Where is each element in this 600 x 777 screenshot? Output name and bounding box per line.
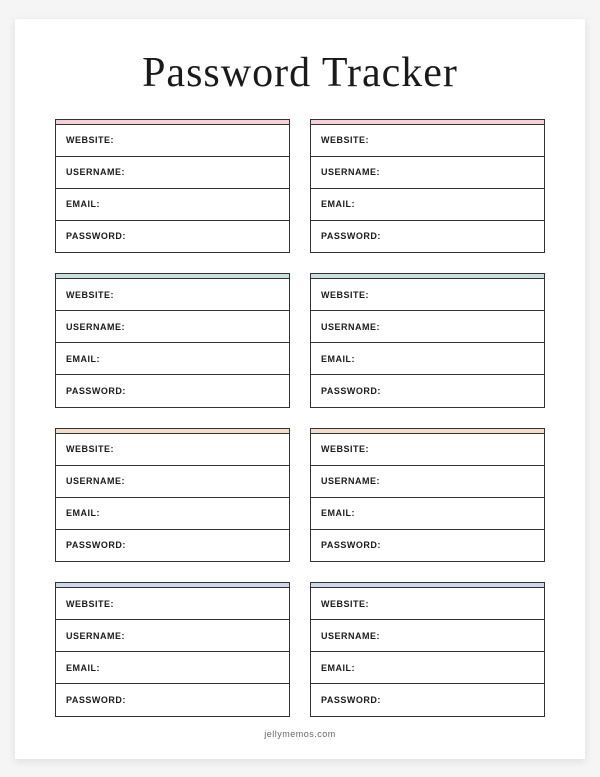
username-label: USERNAME:: [66, 631, 125, 641]
website-label: WEBSITE:: [66, 135, 114, 145]
password-label: PASSWORD:: [66, 695, 126, 705]
field-row: USERNAME:: [311, 619, 544, 651]
field-row: USERNAME:: [56, 310, 289, 342]
email-label: EMAIL:: [321, 663, 355, 673]
field-row: EMAIL:: [56, 497, 289, 529]
website-label: WEBSITE:: [66, 599, 114, 609]
username-label: USERNAME:: [321, 476, 380, 486]
password-card: WEBSITE: USERNAME: EMAIL: PASSWORD:: [55, 273, 290, 408]
username-label: USERNAME:: [66, 167, 125, 177]
password-card: WEBSITE: USERNAME: EMAIL: PASSWORD:: [310, 582, 545, 717]
email-label: EMAIL:: [66, 663, 100, 673]
email-label: EMAIL:: [321, 508, 355, 518]
field-row: WEBSITE:: [311, 124, 544, 156]
field-row: USERNAME:: [56, 156, 289, 188]
username-label: USERNAME:: [321, 167, 380, 177]
password-card: WEBSITE: USERNAME: EMAIL: PASSWORD:: [310, 428, 545, 563]
field-row: USERNAME:: [56, 619, 289, 651]
password-label: PASSWORD:: [66, 386, 126, 396]
field-row: USERNAME:: [56, 465, 289, 497]
password-label: PASSWORD:: [321, 386, 381, 396]
password-card: WEBSITE: USERNAME: EMAIL: PASSWORD:: [55, 582, 290, 717]
field-row: USERNAME:: [311, 156, 544, 188]
field-row: PASSWORD:: [311, 529, 544, 561]
username-label: USERNAME:: [66, 476, 125, 486]
password-card: WEBSITE: USERNAME: EMAIL: PASSWORD:: [55, 119, 290, 254]
field-row: USERNAME:: [311, 310, 544, 342]
footer-text: jellymemos.com: [55, 729, 545, 739]
website-label: WEBSITE:: [321, 290, 369, 300]
field-row: USERNAME:: [311, 465, 544, 497]
field-row: EMAIL:: [56, 651, 289, 683]
website-label: WEBSITE:: [321, 599, 369, 609]
password-card: WEBSITE: USERNAME: EMAIL: PASSWORD:: [310, 119, 545, 254]
field-row: PASSWORD:: [56, 683, 289, 715]
website-label: WEBSITE:: [321, 135, 369, 145]
email-label: EMAIL:: [66, 508, 100, 518]
page-title: Password Tracker: [55, 49, 545, 97]
field-row: WEBSITE:: [311, 587, 544, 619]
field-row: PASSWORD:: [311, 683, 544, 715]
email-label: EMAIL:: [66, 199, 100, 209]
field-row: PASSWORD:: [311, 374, 544, 406]
field-row: EMAIL:: [56, 188, 289, 220]
field-row: EMAIL:: [311, 188, 544, 220]
field-row: WEBSITE:: [56, 433, 289, 465]
field-row: EMAIL:: [311, 342, 544, 374]
field-row: PASSWORD:: [56, 220, 289, 252]
email-label: EMAIL:: [66, 354, 100, 364]
field-row: WEBSITE:: [56, 587, 289, 619]
field-row: PASSWORD:: [56, 374, 289, 406]
username-label: USERNAME:: [321, 322, 380, 332]
page-container: Password Tracker WEBSITE: USERNAME: EMAI…: [15, 19, 585, 759]
field-row: PASSWORD:: [311, 220, 544, 252]
password-card: WEBSITE: USERNAME: EMAIL: PASSWORD:: [55, 428, 290, 563]
username-label: USERNAME:: [66, 322, 125, 332]
password-label: PASSWORD:: [321, 540, 381, 550]
password-label: PASSWORD:: [66, 231, 126, 241]
field-row: EMAIL:: [56, 342, 289, 374]
website-label: WEBSITE:: [66, 444, 114, 454]
field-row: WEBSITE:: [311, 433, 544, 465]
username-label: USERNAME:: [321, 631, 380, 641]
website-label: WEBSITE:: [321, 444, 369, 454]
password-label: PASSWORD:: [66, 540, 126, 550]
field-row: WEBSITE:: [56, 278, 289, 310]
field-row: PASSWORD:: [56, 529, 289, 561]
password-label: PASSWORD:: [321, 231, 381, 241]
field-row: EMAIL:: [311, 497, 544, 529]
field-row: WEBSITE:: [311, 278, 544, 310]
cards-grid: WEBSITE: USERNAME: EMAIL: PASSWORD: WEBS…: [55, 119, 545, 717]
email-label: EMAIL:: [321, 199, 355, 209]
field-row: EMAIL:: [311, 651, 544, 683]
field-row: WEBSITE:: [56, 124, 289, 156]
password-label: PASSWORD:: [321, 695, 381, 705]
password-card: WEBSITE: USERNAME: EMAIL: PASSWORD:: [310, 273, 545, 408]
email-label: EMAIL:: [321, 354, 355, 364]
website-label: WEBSITE:: [66, 290, 114, 300]
